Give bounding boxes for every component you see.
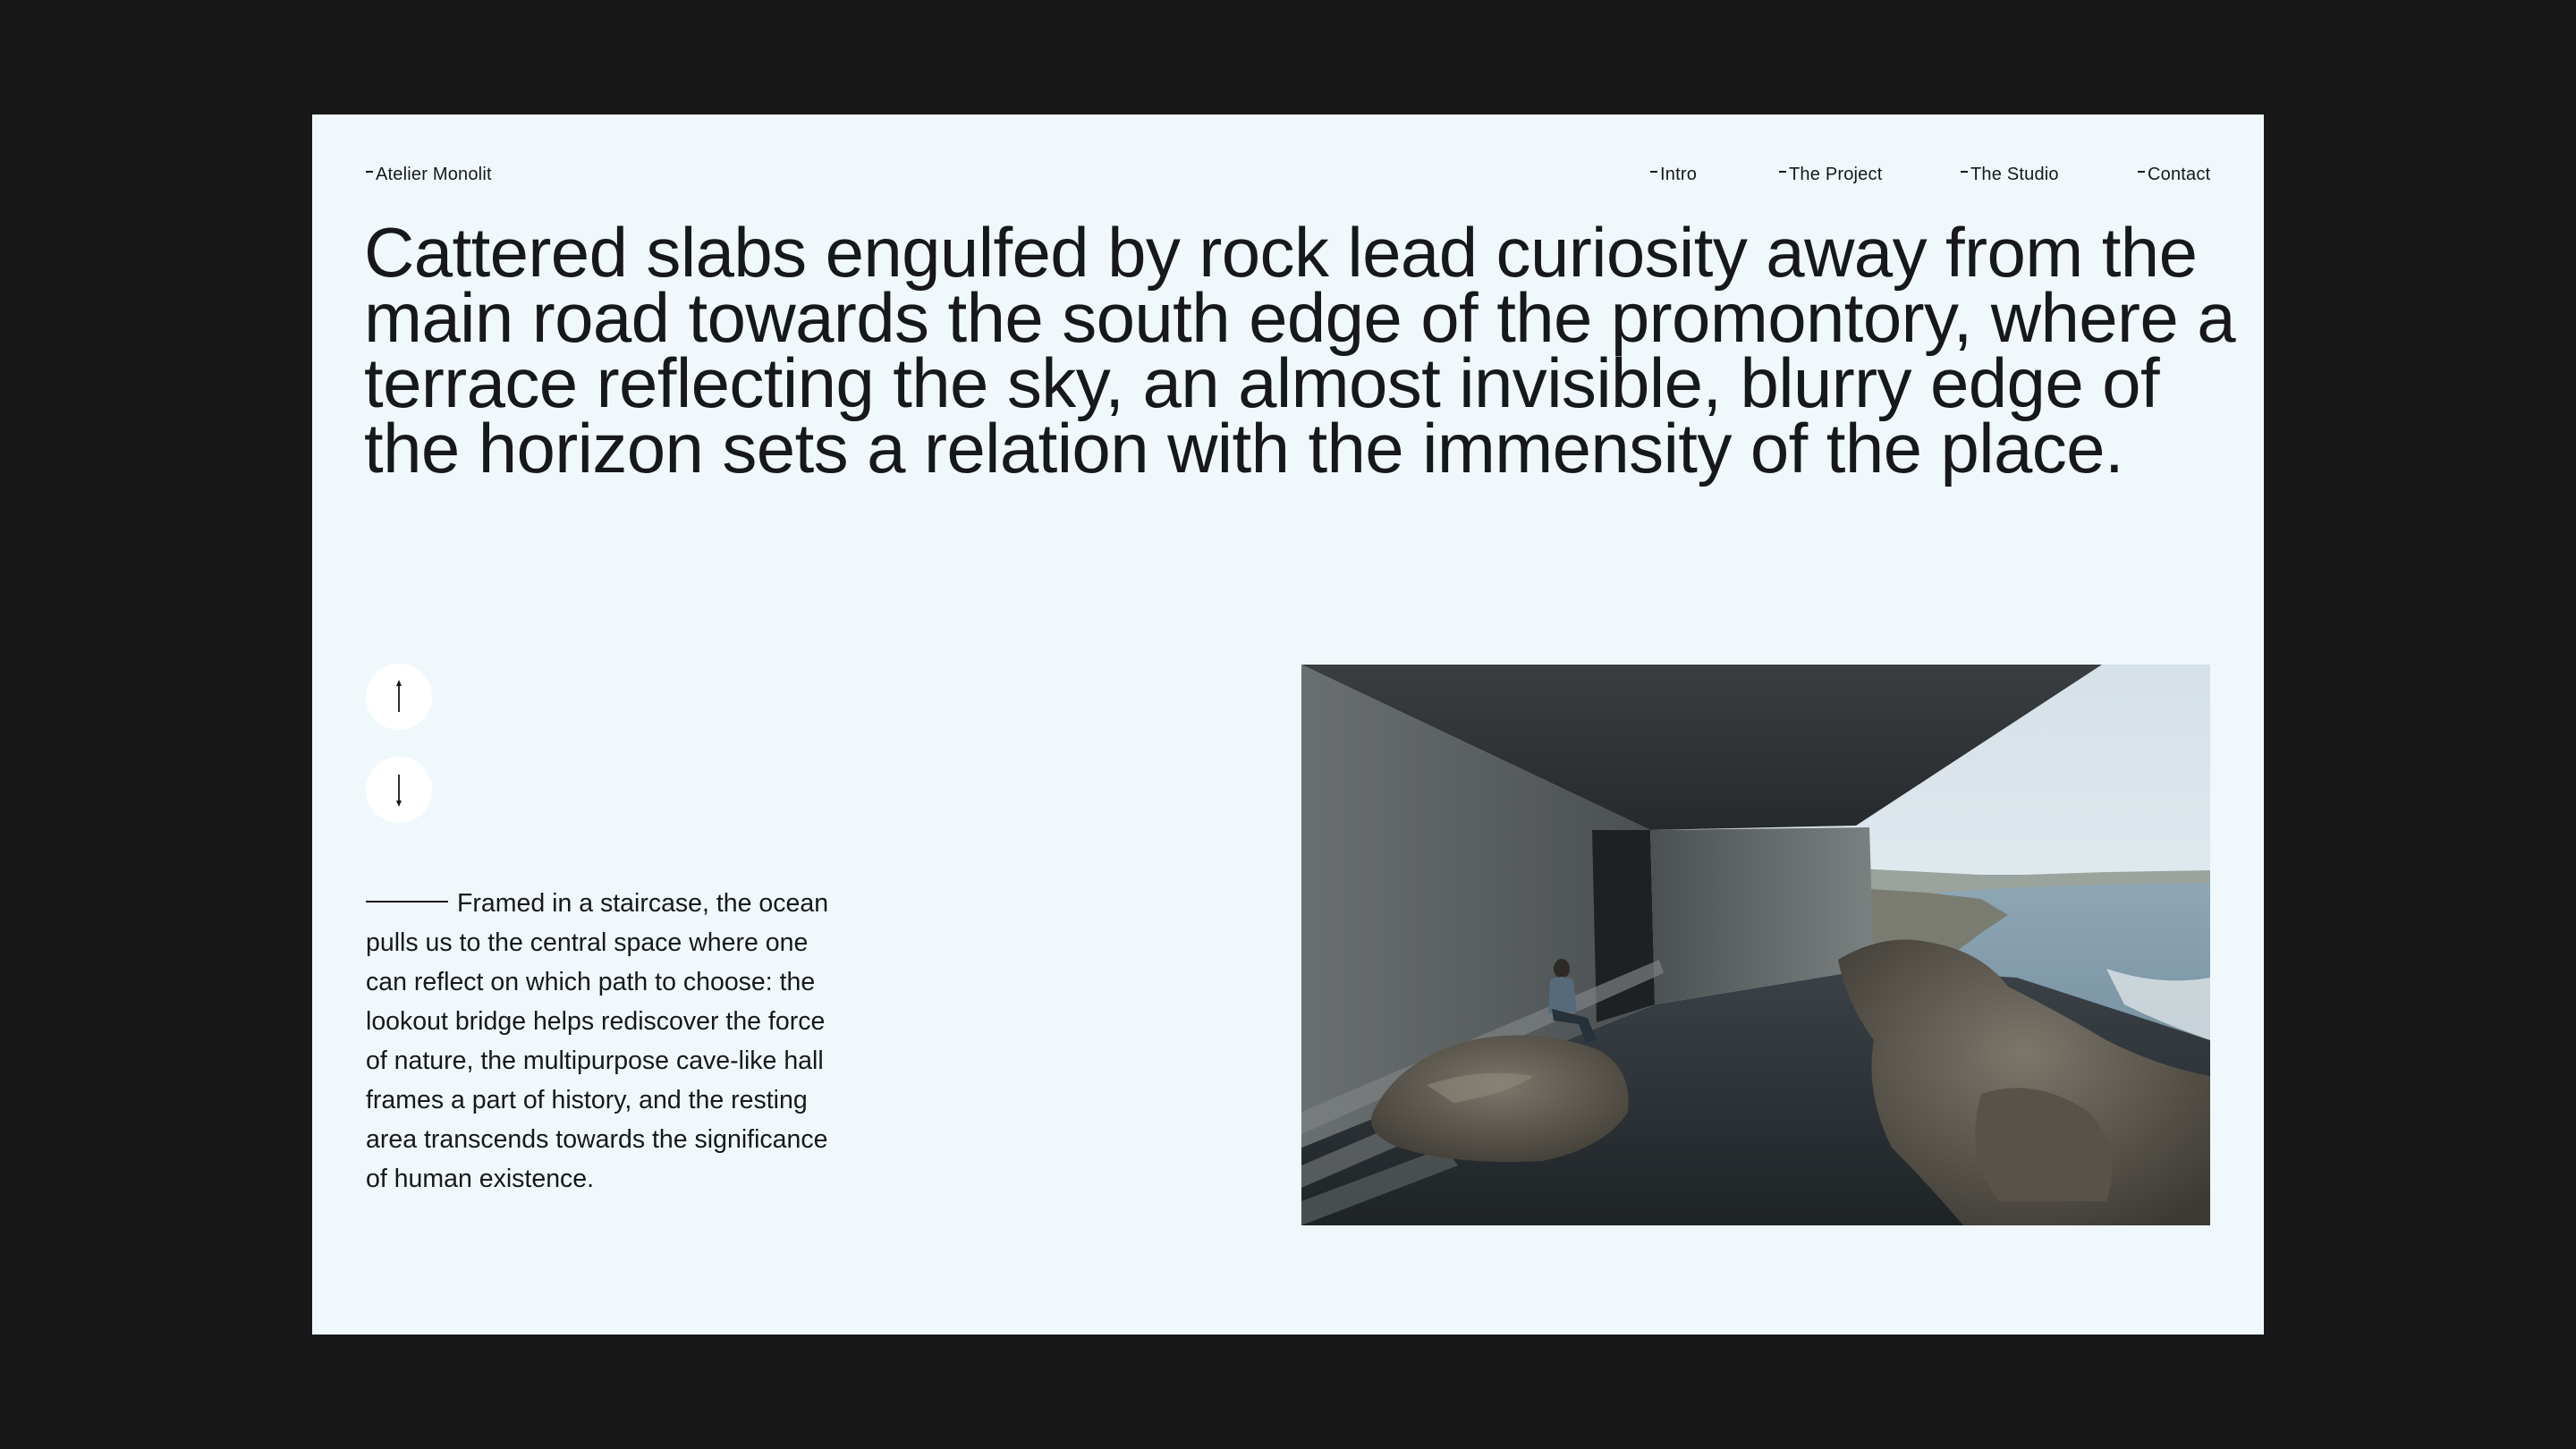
nav-item-the-studio[interactable]: The Studio bbox=[1961, 164, 2059, 185]
hero-headline: Cattered slabs engulfed by rock lead cur… bbox=[364, 213, 2236, 487]
scroll-up-button[interactable] bbox=[366, 664, 432, 730]
project-render-image bbox=[1301, 665, 2210, 1225]
nav-item-the-project[interactable]: The Project bbox=[1779, 164, 1882, 185]
dash-icon bbox=[1650, 170, 1657, 173]
nav-item-label: Intro bbox=[1660, 165, 1698, 184]
lead-rule bbox=[366, 901, 448, 903]
page-card: Atelier Monolit Intro The Project The St… bbox=[312, 114, 2264, 1335]
dash-icon bbox=[2138, 170, 2145, 173]
render-illustration bbox=[1301, 665, 2210, 1225]
nav-item-label: The Studio bbox=[1970, 165, 2059, 184]
arrow-down-icon bbox=[396, 775, 402, 807]
dash-icon bbox=[1961, 170, 1968, 173]
project-description: Framed in a staircase, the ocean pulls u… bbox=[366, 884, 831, 1199]
arrow-up-icon bbox=[396, 680, 402, 712]
nav-item-label: The Project bbox=[1789, 165, 1883, 184]
scroll-down-button[interactable] bbox=[366, 757, 432, 823]
nav-item-label: Contact bbox=[2148, 165, 2211, 184]
nav-item-contact[interactable]: Contact bbox=[2138, 164, 2210, 185]
dash-icon bbox=[1779, 170, 1786, 173]
brand-logo[interactable]: Atelier Monolit bbox=[366, 164, 492, 185]
nav-item-intro[interactable]: Intro bbox=[1650, 164, 1697, 185]
project-description-text: Framed in a staircase, the ocean pulls u… bbox=[366, 889, 829, 1193]
brand-name: Atelier Monolit bbox=[376, 165, 492, 184]
dash-icon bbox=[366, 170, 373, 173]
